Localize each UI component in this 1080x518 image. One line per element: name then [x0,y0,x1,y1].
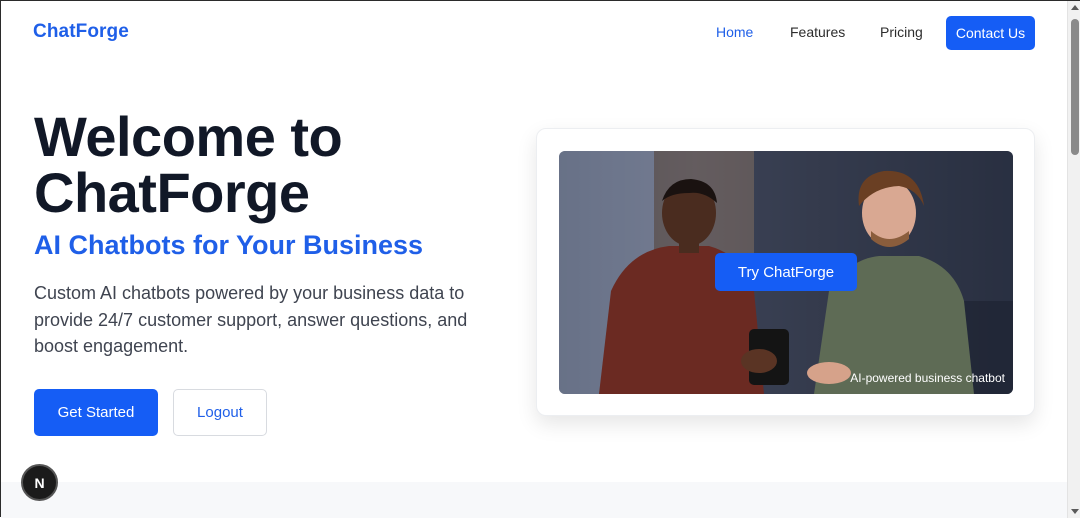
photo-caption: AI-powered business chatbot [850,371,1005,385]
page-scrollbar[interactable] [1067,1,1080,518]
hero-image-card: Try ChatForge AI-powered business chatbo… [536,128,1035,416]
hero-subtitle: AI Chatbots for Your Business [34,230,424,260]
next-section-band [1,482,1067,518]
get-started-button[interactable]: Get Started [34,389,158,436]
contact-us-button[interactable]: Contact Us [946,16,1035,50]
scroll-up-arrow-icon[interactable] [1071,5,1079,10]
dev-tools-badge[interactable]: N [21,464,58,501]
hero-title: Welcome to ChatForge [34,109,504,221]
nav-home[interactable]: Home [716,24,753,40]
hero-title-line-2: ChatForge [34,161,310,224]
scroll-down-arrow-icon[interactable] [1071,509,1079,514]
top-nav: Home Features Pricing Contact Us [1,16,1080,50]
hero-title-line-1: Welcome to [34,105,343,168]
nav-features[interactable]: Features [790,24,845,40]
nav-pricing[interactable]: Pricing [880,24,923,40]
logout-button[interactable]: Logout [173,389,267,436]
hero-photo: Try ChatForge AI-powered business chatbo… [559,151,1013,394]
hero-description: Custom AI chatbots powered by your busin… [34,283,468,356]
page-frame: ChatForge Home Features Pricing Contact … [0,0,1080,518]
scrollbar-thumb[interactable] [1071,19,1079,155]
try-chatforge-button[interactable]: Try ChatForge [715,253,857,291]
